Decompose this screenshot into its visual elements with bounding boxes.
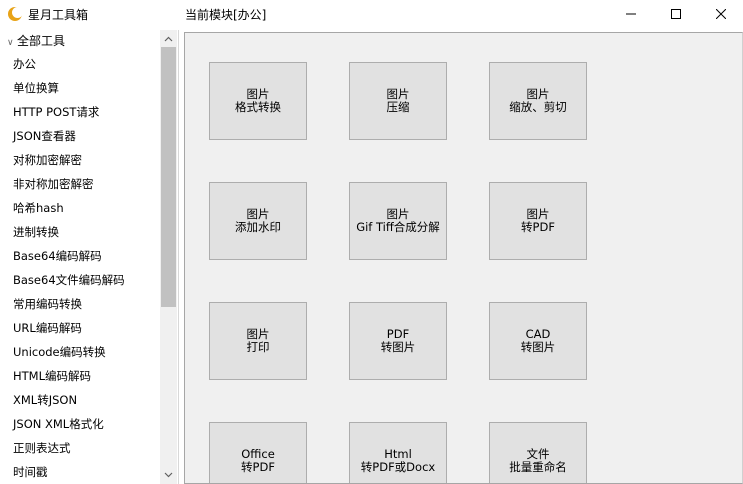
moon-logo-icon: [8, 7, 23, 21]
tile-pdf-to-image[interactable]: PDF 转图片: [349, 302, 447, 380]
sidebar-item-json-viewer[interactable]: JSON查看器: [0, 124, 160, 148]
tile-subtitle: 转图片: [380, 340, 416, 354]
tile-html-to-pdf-docx[interactable]: Html 转PDF或Docx: [349, 422, 447, 483]
tile-image-to-pdf[interactable]: 图片 转PDF: [489, 182, 587, 260]
sidebar-item-regex[interactable]: 正则表达式: [0, 436, 160, 460]
tool-grid-panel: 图片 格式转换 图片 压缩 图片 缩放、剪切 图片 添加水印 图片 Gif Ti…: [184, 32, 743, 484]
tile-subtitle: 批量重命名: [509, 460, 567, 474]
sidebar-item-unicode[interactable]: Unicode编码转换: [0, 340, 160, 364]
minimize-button[interactable]: [608, 0, 654, 30]
sidebar-item-encoding-conversion[interactable]: 常用编码转换: [0, 292, 160, 316]
tile-image-print[interactable]: 图片 打印: [209, 302, 307, 380]
tile-image-compress[interactable]: 图片 压缩: [349, 62, 447, 140]
tool-tree-sidebar: ∨ 全部工具 办公 单位换算 HTTP POST请求 JSON查看器 对称加密解密…: [0, 30, 179, 484]
tile-subtitle: 转图片: [520, 340, 556, 354]
sidebar-item-json-xml-format[interactable]: JSON XML格式化: [0, 412, 160, 436]
tile-subtitle: 转PDF: [241, 460, 275, 474]
scrollbar-thumb[interactable]: [161, 47, 176, 307]
tile-subtitle: 转PDF: [521, 220, 555, 234]
tree-root-all-tools[interactable]: ∨ 全部工具: [0, 32, 160, 50]
scroll-up-icon[interactable]: [164, 35, 173, 44]
chevron-down-icon[interactable]: ∨: [7, 34, 17, 52]
sidebar-item-base64-file[interactable]: Base64文件编码解码: [0, 268, 160, 292]
tile-image-format-convert[interactable]: 图片 格式转换: [209, 62, 307, 140]
close-button[interactable]: [698, 0, 743, 30]
sidebar-item-url-encoding[interactable]: URL编码解码: [0, 316, 160, 340]
tile-subtitle: 转PDF或Docx: [360, 460, 436, 474]
sidebar-item-symmetric-crypto[interactable]: 对称加密解密: [0, 148, 160, 172]
tile-office-to-pdf[interactable]: Office 转PDF: [209, 422, 307, 483]
tile-subtitle: 缩放、剪切: [509, 100, 567, 114]
app-title: 星月工具箱: [28, 8, 89, 22]
current-module-label: 当前模块[办公]: [185, 8, 267, 22]
minimize-icon: [626, 13, 636, 15]
sidebar-item-hash[interactable]: 哈希hash: [0, 196, 160, 220]
tile-subtitle: 压缩: [386, 100, 410, 114]
sidebar-item-base64[interactable]: Base64编码解码: [0, 244, 160, 268]
tile-subtitle: 格式转换: [235, 100, 281, 114]
tile-subtitle: Gif Tiff合成分解: [356, 220, 440, 234]
scroll-down-icon[interactable]: [164, 470, 173, 479]
sidebar-item-html-encoding[interactable]: HTML编码解码: [0, 364, 160, 388]
tile-gif-tiff-merge-split[interactable]: 图片 Gif Tiff合成分解: [349, 182, 447, 260]
close-icon: [716, 9, 726, 19]
tile-file-batch-rename[interactable]: 文件 批量重命名: [489, 422, 587, 483]
tile-cad-to-image[interactable]: CAD 转图片: [489, 302, 587, 380]
sidebar-item-unit-conversion[interactable]: 单位换算: [0, 76, 160, 100]
tile-subtitle: 打印: [246, 340, 270, 354]
title-bar: 星月工具箱 当前模块[办公]: [0, 0, 743, 30]
sidebar-item-http-post[interactable]: HTTP POST请求: [0, 100, 160, 124]
maximize-button[interactable]: [653, 0, 699, 30]
tile-subtitle: 添加水印: [235, 220, 281, 234]
tree-root-label: 全部工具: [17, 34, 66, 48]
sidebar-item-xml-to-json[interactable]: XML转JSON: [0, 388, 160, 412]
sidebar-item-asymmetric-crypto[interactable]: 非对称加密解密: [0, 172, 160, 196]
tile-image-watermark[interactable]: 图片 添加水印: [209, 182, 307, 260]
sidebar-item-timestamp[interactable]: 时间戳: [0, 460, 160, 484]
sidebar-item-base-conversion[interactable]: 进制转换: [0, 220, 160, 244]
tile-image-resize-crop[interactable]: 图片 缩放、剪切: [489, 62, 587, 140]
tool-category-list: 办公 单位换算 HTTP POST请求 JSON查看器 对称加密解密 非对称加密…: [0, 52, 160, 484]
sidebar-item-office[interactable]: 办公: [0, 52, 160, 76]
sidebar-scrollbar[interactable]: [160, 30, 177, 484]
maximize-icon: [671, 9, 681, 19]
